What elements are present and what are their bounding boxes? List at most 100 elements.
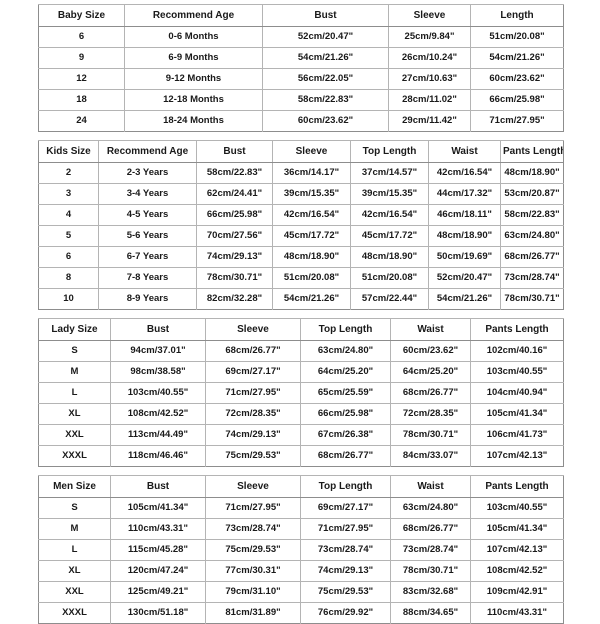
- measurement-cell: 106cm/41.73": [470, 424, 564, 446]
- column-header: Top Length: [300, 475, 391, 498]
- measurement-cell: 81cm/31.89": [205, 602, 301, 624]
- measurement-cell: 110cm/43.31": [110, 518, 206, 540]
- measurement-cell: 42cm/16.54": [272, 204, 351, 226]
- size-chart-page: Baby Size Recommend Age Bust Sleeve Length 6 0…: [0, 0, 600, 624]
- measurement-cell: 105cm/41.34": [110, 497, 206, 519]
- size-label-cell: M: [38, 361, 111, 383]
- measurement-cell: 68cm/26.77": [205, 340, 301, 362]
- measurement-cell: 54cm/21.26": [470, 47, 564, 69]
- measurement-cell: 71cm/27.95": [470, 110, 564, 132]
- measurement-cell: 25cm/9.84": [388, 26, 471, 48]
- size-label-cell: 6: [38, 246, 99, 268]
- measurement-cell: 48cm/18.90": [500, 162, 564, 184]
- column-header: Waist: [390, 318, 471, 341]
- kids-size-table: Kids Size Recommend Age Bust Sleeve Top Leng…: [38, 140, 564, 310]
- size-label-cell: XXXL: [38, 445, 111, 467]
- table-row: XXXL 130cm/51.18" 81cm/31.89" 76cm/29.92" 88…: [38, 602, 564, 624]
- column-header: Length: [470, 4, 564, 27]
- column-header: Recommend Age: [98, 140, 197, 163]
- measurement-cell: 64cm/25.20": [390, 361, 471, 383]
- table-row: XXL 113cm/44.49" 74cm/29.13" 67cm/26.38" 78c…: [38, 424, 564, 446]
- column-header: Recommend Age: [124, 4, 263, 27]
- measurement-cell: 56cm/22.05": [262, 68, 389, 90]
- measurement-cell: 51cm/20.08": [272, 267, 351, 289]
- table-row: 9 6-9 Months 54cm/21.26" 26cm/10.24" 54cm/21…: [38, 47, 564, 69]
- measurement-cell: 58cm/22.83": [262, 89, 389, 111]
- table-row: 18 12-18 Months 58cm/22.83" 28cm/11.02" 66cm…: [38, 89, 564, 111]
- measurement-cell: 74cm/29.13": [300, 560, 391, 582]
- column-header: Sleeve: [205, 475, 301, 498]
- measurement-cell: 71cm/27.95": [300, 518, 391, 540]
- measurement-cell: 36cm/14.17": [272, 162, 351, 184]
- table-row: 4 4-5 Years 66cm/25.98" 42cm/16.54" 42cm/16.…: [38, 204, 564, 226]
- measurement-cell: 103cm/40.55": [470, 361, 564, 383]
- size-label-cell: 9: [38, 47, 125, 69]
- measurement-cell: 73cm/28.74": [390, 539, 471, 561]
- size-label-cell: M: [38, 518, 111, 540]
- column-header: Men Size: [38, 475, 111, 498]
- measurement-cell: 45cm/17.72": [272, 225, 351, 247]
- table-row: L 115cm/45.28" 75cm/29.53" 73cm/28.74" 73cm/…: [38, 539, 564, 561]
- measurement-cell: 77cm/30.31": [205, 560, 301, 582]
- measurement-cell: 103cm/40.55": [470, 497, 564, 519]
- measurement-cell: 130cm/51.18": [110, 602, 206, 624]
- measurement-cell: 60cm/23.62": [470, 68, 564, 90]
- measurement-cell: 3-4 Years: [98, 183, 197, 205]
- table-row: S 105cm/41.34" 71cm/27.95" 69cm/27.17" 63cm/…: [38, 497, 564, 519]
- size-label-cell: XXXL: [38, 602, 111, 624]
- measurement-cell: 73cm/28.74": [500, 267, 564, 289]
- measurement-cell: 42cm/16.54": [350, 204, 429, 226]
- measurement-cell: 51cm/20.08": [470, 26, 564, 48]
- measurement-cell: 104cm/40.94": [470, 382, 564, 404]
- measurement-cell: 84cm/33.07": [390, 445, 471, 467]
- measurement-cell: 69cm/27.17": [205, 361, 301, 383]
- measurement-cell: 78cm/30.71": [390, 560, 471, 582]
- measurement-cell: 102cm/40.16": [470, 340, 564, 362]
- measurement-cell: 50cm/19.69": [428, 246, 501, 268]
- table-row: XXXL 118cm/46.46" 75cm/29.53" 68cm/26.77" 84…: [38, 445, 564, 467]
- measurement-cell: 78cm/30.71": [500, 288, 564, 310]
- measurement-cell: 71cm/27.95": [205, 497, 301, 519]
- measurement-cell: 63cm/24.80": [300, 340, 391, 362]
- measurement-cell: 52cm/20.47": [428, 267, 501, 289]
- measurement-cell: 98cm/38.58": [110, 361, 206, 383]
- measurement-cell: 58cm/22.83": [500, 204, 564, 226]
- column-header: Lady Size: [38, 318, 111, 341]
- measurement-cell: 54cm/21.26": [428, 288, 501, 310]
- measurement-cell: 75cm/29.53": [300, 581, 391, 603]
- measurement-cell: 62cm/24.41": [196, 183, 273, 205]
- column-header: Top Length: [350, 140, 429, 163]
- table-row: 6 6-7 Years 74cm/29.13" 48cm/18.90" 48cm/18.…: [38, 246, 564, 268]
- measurement-cell: 72cm/28.35": [390, 403, 471, 425]
- measurement-cell: 64cm/25.20": [300, 361, 391, 383]
- measurement-cell: 73cm/28.74": [205, 518, 301, 540]
- measurement-cell: 66cm/25.98": [300, 403, 391, 425]
- measurement-cell: 28cm/11.02": [388, 89, 471, 111]
- column-header: Sleeve: [388, 4, 471, 27]
- measurement-cell: 70cm/27.56": [196, 225, 273, 247]
- table-row: 10 8-9 Years 82cm/32.28" 54cm/21.26" 57cm/22…: [38, 288, 564, 310]
- measurement-cell: 74cm/29.13": [196, 246, 273, 268]
- measurement-cell: 12-18 Months: [124, 89, 263, 111]
- measurement-cell: 66cm/25.98": [470, 89, 564, 111]
- size-label-cell: XL: [38, 403, 111, 425]
- size-label-cell: 18: [38, 89, 125, 111]
- size-label-cell: 8: [38, 267, 99, 289]
- column-header: Waist: [428, 140, 501, 163]
- measurement-cell: 51cm/20.08": [350, 267, 429, 289]
- column-header: Waist: [390, 475, 471, 498]
- size-label-cell: 10: [38, 288, 99, 310]
- measurement-cell: 79cm/31.10": [205, 581, 301, 603]
- measurement-cell: 83cm/32.68": [390, 581, 471, 603]
- size-label-cell: 6: [38, 26, 125, 48]
- measurement-cell: 88cm/34.65": [390, 602, 471, 624]
- table-row: 8 7-8 Years 78cm/30.71" 51cm/20.08" 51cm/20.…: [38, 267, 564, 289]
- measurement-cell: 78cm/30.71": [196, 267, 273, 289]
- measurement-cell: 115cm/45.28": [110, 539, 206, 561]
- table-row: 24 18-24 Months 60cm/23.62" 29cm/11.42" 71cm…: [38, 110, 564, 132]
- size-label-cell: XL: [38, 560, 111, 582]
- measurement-cell: 75cm/29.53": [205, 539, 301, 561]
- size-tables-container: Baby Size Recommend Age Bust Sleeve Length 6 0…: [38, 4, 564, 624]
- measurement-cell: 68cm/26.77": [300, 445, 391, 467]
- size-label-cell: 2: [38, 162, 99, 184]
